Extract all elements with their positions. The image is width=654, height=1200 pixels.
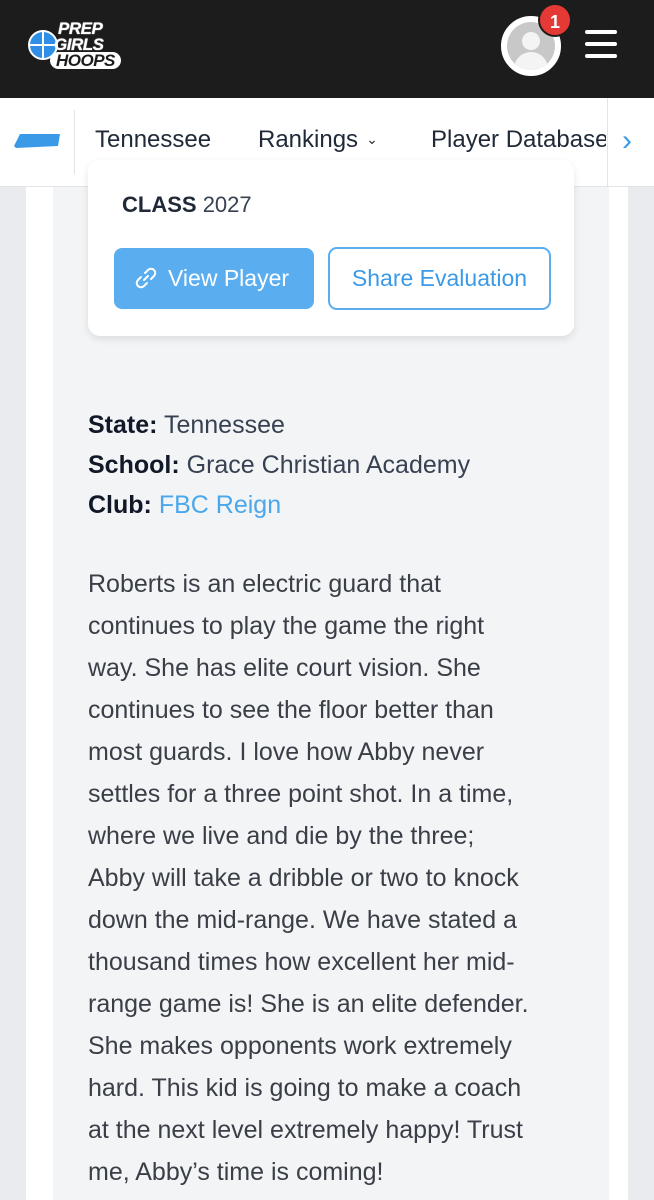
menu-icon-bar [585, 42, 617, 46]
club-link[interactable]: FBC Reign [159, 491, 281, 519]
logo-word-hoops: HOOPS [50, 52, 121, 69]
share-evaluation-button[interactable]: Share Evaluation [328, 247, 551, 310]
school-row: School: Grace Christian Academy [88, 451, 470, 480]
avatar-body [514, 52, 548, 70]
evaluation-line: continues to see the floor better than [88, 696, 494, 724]
evaluation-line: Roberts is an electric guard that [88, 570, 441, 598]
state-value: Tennessee [163, 411, 285, 439]
evaluation-line: hard. This kid is going to make a coach [88, 1074, 522, 1102]
evaluation-line: She makes opponents work extremely [88, 1032, 512, 1060]
nav-item-rankings-label: Rankings [258, 126, 359, 153]
evaluation-line: continues to play the game the right [88, 612, 485, 640]
evaluation-line: at the next level extremely happy! Trust [88, 1116, 523, 1144]
state-label: State: [88, 411, 158, 439]
evaluation-line: most guards. I love how Abby never [88, 738, 485, 766]
chevron-right-icon[interactable]: › [622, 124, 632, 158]
evaluation-line: down the mid-range. We have stated a [88, 906, 517, 934]
menu-icon[interactable] [585, 30, 617, 58]
nav-item-tennessee[interactable]: Tennessee [95, 126, 211, 154]
menu-icon-bar [585, 30, 617, 34]
avatar-head [522, 32, 540, 50]
evaluation-line: way. She has elite court vision. She [88, 654, 481, 682]
nav-item-player-database[interactable]: Player Database [431, 126, 606, 154]
chevron-down-icon: ⌄ [366, 131, 378, 147]
school-label: School: [88, 451, 180, 479]
evaluation-line: settles for a three point shot. In a tim… [88, 780, 514, 808]
view-player-button[interactable]: View Player [114, 248, 314, 309]
evaluation-line: me, Abby’s time is coming! [88, 1158, 384, 1186]
club-label: Club: [88, 491, 152, 519]
menu-icon-bar [585, 54, 617, 58]
evaluation-line: thousand times how excellent her mid- [88, 948, 515, 976]
club-row: Club: FBC Reign [88, 491, 281, 520]
school-value: Grace Christian Academy [186, 451, 471, 479]
evaluation-line: where we live and die by the three; [88, 822, 475, 850]
class-label: CLASS [122, 192, 197, 217]
nav-item-rankings[interactable]: Rankings ⌄ [258, 126, 378, 154]
nav-divider [607, 98, 608, 186]
prep-girls-hoops-logo[interactable]: PREP GIRLS HOOPS [26, 16, 130, 76]
evaluation-line: range game is! She is an elite defender. [88, 990, 529, 1018]
view-player-label: View Player [168, 265, 290, 291]
tennessee-state-icon[interactable] [14, 128, 62, 154]
nav-divider [74, 110, 75, 174]
evaluation-text: Roberts is an electric guard that contin… [88, 563, 588, 1193]
notification-badge: 1 [538, 3, 572, 37]
evaluation-line: Abby will take a dribble or two to knock [88, 864, 519, 892]
link-icon [135, 267, 157, 289]
class-year: CLASS 2027 [122, 192, 252, 218]
state-row: State: Tennessee [88, 411, 285, 440]
class-year-value: 2027 [202, 192, 252, 217]
